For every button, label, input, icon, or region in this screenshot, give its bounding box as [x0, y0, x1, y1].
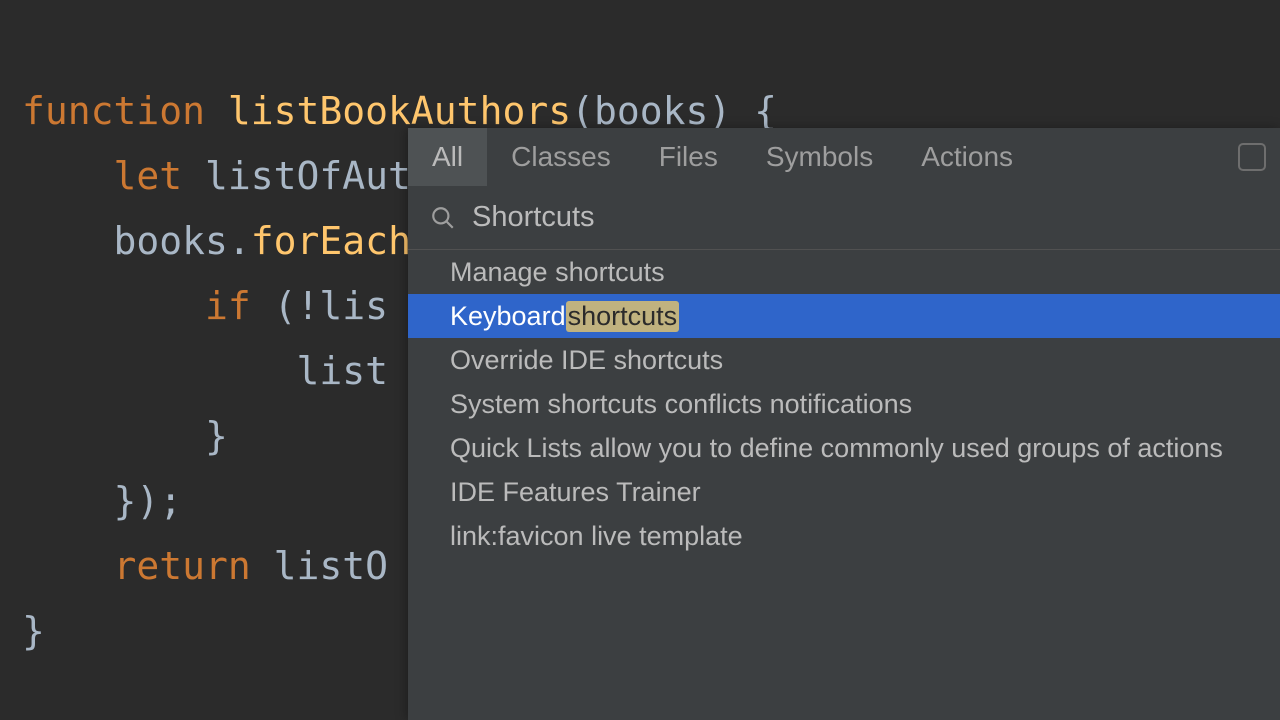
result-label: Manage shortcuts [450, 257, 665, 288]
code-function: listBookAuthors [228, 89, 571, 133]
result-label: IDE Features Trainer [450, 477, 701, 508]
result-item-override-ide[interactable]: Override IDE shortcuts [408, 338, 1280, 382]
result-item-ide-features-trainer[interactable]: IDE Features Trainer [408, 470, 1280, 514]
code-text: } [205, 414, 228, 458]
result-item-keyboard-shortcuts[interactable]: Keyboard shortcuts [408, 294, 1280, 338]
result-item-quick-lists[interactable]: Quick Lists allow you to define commonly… [408, 426, 1280, 470]
code-text: listO [274, 544, 388, 588]
code-indent [22, 544, 114, 588]
code-text: books. [114, 219, 251, 263]
tab-symbols[interactable]: Symbols [742, 128, 897, 186]
tab-all[interactable]: All [408, 128, 487, 186]
result-item-manage-shortcuts[interactable]: Manage shortcuts [408, 250, 1280, 294]
result-label: Quick Lists allow you to define commonly… [450, 433, 1223, 464]
code-text: } [22, 609, 45, 653]
code-text: }); [114, 479, 183, 523]
result-item-link-favicon[interactable]: link:favicon live template [408, 514, 1280, 558]
code-keyword: return [114, 544, 274, 588]
code-indent [22, 479, 114, 523]
result-label-prefix: Keyboard [450, 301, 566, 332]
result-label: link:favicon live template [450, 521, 743, 552]
code-keyword: function [22, 89, 228, 133]
code-text: (books) { [571, 89, 777, 133]
result-highlight: shortcuts [566, 301, 680, 332]
code-indent [22, 154, 114, 198]
code-text: (!lis [274, 284, 388, 328]
code-function: forEach [251, 219, 411, 263]
popup-tab-bar: All Classes Files Symbols Actions [408, 128, 1280, 186]
code-text: list [297, 349, 389, 393]
code-indent [22, 219, 114, 263]
code-indent [22, 414, 205, 458]
result-label: System shortcuts conflicts notifications [450, 389, 912, 420]
result-item-system-conflicts[interactable]: System shortcuts conflicts notifications [408, 382, 1280, 426]
code-keyword: let [114, 154, 206, 198]
tab-classes[interactable]: Classes [487, 128, 635, 186]
result-label: Override IDE shortcuts [450, 345, 723, 376]
search-everywhere-popup: All Classes Files Symbols Actions Manage… [408, 128, 1280, 720]
pin-checkbox[interactable] [1238, 143, 1266, 171]
code-indent [22, 349, 297, 393]
code-indent [22, 284, 205, 328]
search-row [408, 186, 1280, 250]
search-results-list: Manage shortcuts Keyboard shortcuts Over… [408, 250, 1280, 720]
tab-files[interactable]: Files [635, 128, 742, 186]
tab-actions[interactable]: Actions [897, 128, 1037, 186]
search-input[interactable] [472, 201, 1258, 234]
code-keyword: if [205, 284, 274, 328]
search-icon [430, 205, 456, 231]
